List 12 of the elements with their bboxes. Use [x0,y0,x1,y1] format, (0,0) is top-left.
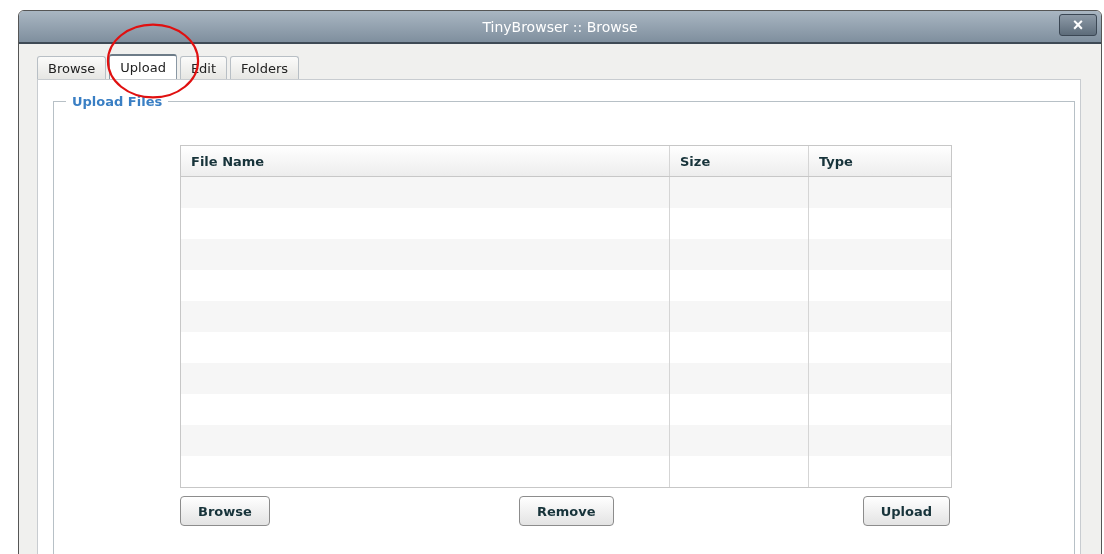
close-button[interactable]: × [1059,14,1097,36]
action-button[interactable]: Remove [518,496,614,526]
fieldset-legend: Upload Files [66,94,169,109]
window-title: TinyBrowser :: Browse [482,18,638,35]
tab[interactable]: Folders [230,56,300,79]
tab[interactable]: Upload [109,54,177,79]
column-header: File Name [181,146,670,176]
action-button[interactable]: Upload [862,496,950,526]
tab[interactable]: Browse [37,56,107,79]
column-header: Size [670,146,809,176]
action-button[interactable]: Browse [180,496,270,526]
column-header: Type [818,152,854,171]
